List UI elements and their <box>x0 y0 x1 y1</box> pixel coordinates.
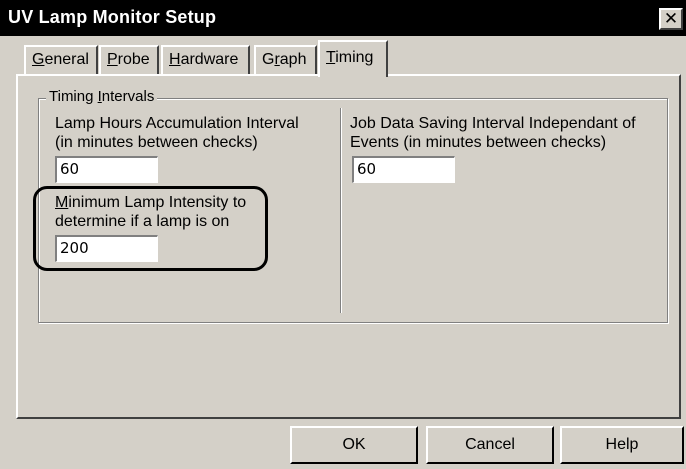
close-button[interactable]: ✕ <box>659 8 683 30</box>
job-data-label-line2: Events (in minutes between checks) <box>350 134 607 151</box>
tab-graph-pre: G <box>262 51 275 68</box>
title-bar[interactable]: UV Lamp Monitor Setup ✕ <box>0 0 686 36</box>
tab-general[interactable]: General <box>24 45 98 76</box>
window-title: UV Lamp Monitor Setup <box>8 7 217 27</box>
tab-timing-key: T <box>326 49 336 66</box>
tab-hardware[interactable]: Hardware <box>161 45 250 76</box>
group-label-pre: Timing <box>49 88 98 105</box>
tab-graph-label: aph <box>279 51 307 68</box>
job-data-interval-input[interactable]: 60 <box>352 156 455 183</box>
tab-hardware-label: ardware <box>180 51 239 68</box>
tab-timing[interactable]: Timing <box>318 40 388 77</box>
help-button[interactable]: Help <box>560 426 684 464</box>
cancel-button[interactable]: Cancel <box>426 426 554 464</box>
tab-hardware-key: H <box>169 51 181 68</box>
job-data-label-line1: Job Data Saving Interval Independant of <box>350 115 636 132</box>
close-icon: ✕ <box>663 9 679 28</box>
group-label: Timing Intervals <box>46 88 158 105</box>
tab-timing-label: iming <box>335 49 374 66</box>
lamp-hours-interval-input[interactable]: 60 <box>55 156 158 183</box>
ok-button[interactable]: OK <box>290 426 418 464</box>
tab-probe-label: robe <box>117 51 150 68</box>
tab-general-label: eneral <box>44 51 89 68</box>
dialog-window: UV Lamp Monitor Setup ✕ General Probe Ha… <box>0 0 686 469</box>
lamp-hours-label-line1: Lamp Hours Accumulation Interval <box>55 115 299 132</box>
lamp-hours-label-line2: (in minutes between checks) <box>55 134 258 151</box>
tab-general-key: G <box>32 51 45 68</box>
tab-probe[interactable]: Probe <box>99 45 159 76</box>
column-divider <box>340 108 342 313</box>
highlight-callout <box>33 186 268 271</box>
tab-graph[interactable]: Graph <box>254 45 317 76</box>
tab-probe-key: P <box>107 51 118 68</box>
group-label-post: ntervals <box>101 88 155 105</box>
